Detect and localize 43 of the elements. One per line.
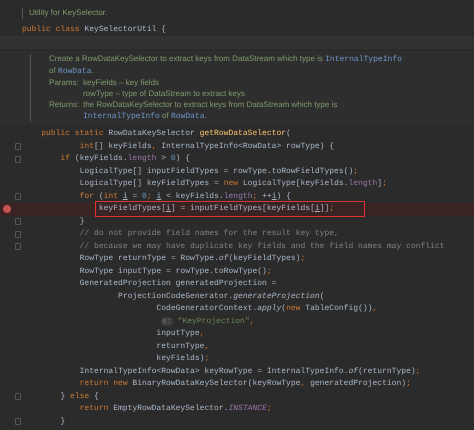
fold-marker-icon[interactable]	[15, 243, 21, 250]
code-line: } else {	[60, 390, 99, 403]
code-line: keyFields);	[156, 353, 210, 366]
code-line: return new BinaryRowDataKeySelector(keyRowType, generatedProjection);	[80, 378, 411, 390]
doc-text: Create a RowDataKeySelector to extract keys from DataStream which type is InternalTypeInfo	[49, 54, 402, 66]
code-line: // do not provide field names for the result key type,	[80, 228, 339, 240]
doc-text: rowType – type of DataStream to extract keys	[83, 88, 245, 99]
fold-marker-icon[interactable]	[15, 230, 21, 238]
code-line: InternalTypeInfo<RowData> keyRowType = InternalTypeInfo.of(returnType);	[80, 366, 420, 378]
fold-marker-icon[interactable]	[15, 418, 21, 426]
code-line: }	[80, 216, 84, 228]
code-line: s: "KeyProjection",	[161, 316, 254, 328]
breakpoint-icon[interactable]	[3, 205, 11, 214]
fold-marker-icon[interactable]	[15, 218, 21, 226]
doc-text: of RowData.	[49, 66, 95, 77]
fold-marker-icon[interactable]	[15, 143, 21, 150]
fold-marker-icon[interactable]	[15, 156, 21, 163]
code-line: return EmptyRowDataKeySelector.INSTANCE;	[80, 403, 272, 416]
doc-text: InternalTypeInfo of RowData.	[83, 110, 208, 122]
code-line: LogicalType[] inputFieldTypes = rowType.toRowFieldTypes();	[80, 166, 358, 178]
code-line: int[] keyFields, InternalTypeInfo<RowData> rowType) {	[80, 140, 334, 153]
fold-marker-icon[interactable]	[15, 193, 21, 200]
code-line: returnType,	[156, 340, 210, 353]
code-line: GeneratedProjection generatedProjection =	[80, 278, 276, 290]
code-line: // because we may have duplicate key fields and the field names may conflict	[80, 240, 444, 253]
code-line: inputType,	[156, 328, 204, 340]
fold-marker-icon[interactable]	[15, 393, 21, 400]
code-line: public static RowDataKeySelector getRowDataSelector(	[41, 128, 291, 140]
code-line: for (int i = 0; i < keyFields.length; ++i) {	[80, 190, 291, 203]
doc-text: Utility for KeySelector.	[29, 8, 108, 18]
code-line: CodeGeneratorContext.apply(new TableConfig()),	[156, 303, 378, 316]
code-line: keyFieldTypes[i] = inputFieldTypes[keyFields[i]];	[98, 203, 334, 216]
code-line: LogicalType[] keyFieldTypes = new LogicalType[keyFields.length];	[80, 178, 387, 190]
doc-text: the RowDataKeySelector to extract keys from DataStream which type is	[83, 100, 338, 110]
doc-label: Returns:	[49, 100, 80, 111]
doc-label: Params:	[49, 78, 80, 89]
code-line: public class KeySelectorUtil {	[22, 24, 166, 36]
code-line: RowType returnType = RowType.of(keyFieldTypes);	[80, 253, 306, 266]
code-line: RowType inputType = rowType.toRowType();	[80, 266, 272, 278]
code-line: }	[60, 416, 66, 428]
code-line: if (keyFields.length > 0) {	[60, 153, 190, 166]
code-line: ProjectionCodeGenerator.generateProjection(	[118, 290, 324, 303]
doc-text: keyFields – key fields	[83, 78, 160, 88]
